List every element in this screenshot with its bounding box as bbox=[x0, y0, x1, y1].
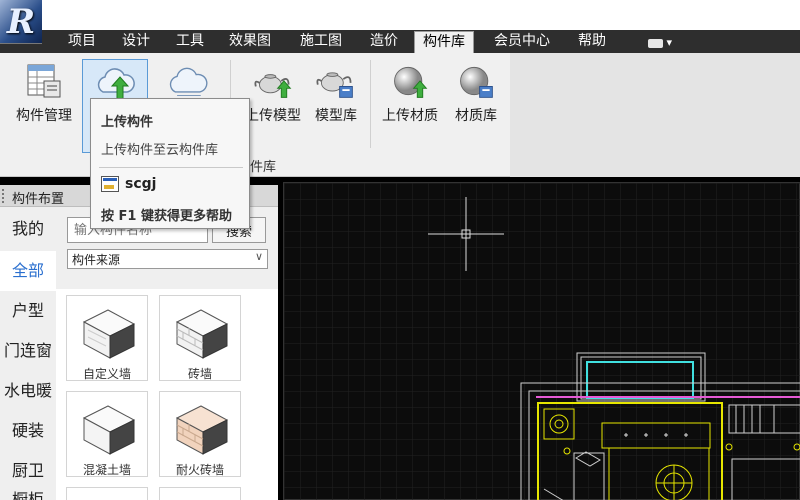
cloud-library-icon bbox=[169, 67, 208, 96]
brick-wall-icon bbox=[175, 309, 229, 359]
component-tile-custom-wall[interactable]: 自定义墙 bbox=[66, 295, 148, 381]
account-dropdown[interactable]: ▾ bbox=[648, 36, 678, 49]
sphere-library-icon bbox=[460, 66, 493, 98]
teapot-upload-icon bbox=[254, 74, 292, 98]
menu-project[interactable]: 项目 bbox=[68, 30, 96, 53]
material-library-label: 材质库 bbox=[455, 108, 497, 124]
upload-material-button[interactable]: 上传材质 bbox=[378, 53, 442, 153]
teapot-library-icon bbox=[316, 72, 353, 98]
menu-help[interactable]: 帮助 bbox=[578, 30, 606, 53]
upload-material-label: 上传材质 bbox=[382, 108, 438, 124]
component-grid: 自定义墙 砖墙 混凝土墙 耐火砖墙 bbox=[56, 289, 278, 500]
title-bar bbox=[0, 0, 800, 30]
cad-drawing-canvas[interactable] bbox=[283, 182, 800, 500]
component-tile[interactable] bbox=[159, 487, 241, 500]
select-value: 构件来源 bbox=[72, 253, 121, 267]
concrete-wall-icon bbox=[82, 405, 136, 455]
component-tile-firebrick-wall[interactable]: 耐火砖墙 bbox=[159, 391, 241, 477]
ribbon-separator bbox=[370, 60, 371, 148]
ribbon-empty-area bbox=[510, 53, 800, 177]
tile-label: 砖墙 bbox=[187, 367, 212, 381]
cloud-account-icon bbox=[648, 38, 663, 48]
category-doors-windows[interactable]: 门连窗 bbox=[0, 331, 56, 371]
tile-label: 自定义墙 bbox=[82, 367, 131, 381]
app-logo[interactable]: R bbox=[0, 0, 42, 44]
menu-construction[interactable]: 施工图 bbox=[300, 30, 342, 53]
category-all[interactable]: 全部 bbox=[0, 251, 56, 291]
category-mine[interactable]: 我的 bbox=[0, 209, 56, 249]
tooltip-divider bbox=[99, 167, 243, 168]
menu-render[interactable]: 效果图 bbox=[229, 30, 271, 53]
menu-bar: 项目 设计 工具 效果图 施工图 造价 构件库 会员中心 帮助 bbox=[0, 30, 800, 53]
component-tile-brick-wall[interactable]: 砖墙 bbox=[159, 295, 241, 381]
menu-member-center[interactable]: 会员中心 bbox=[494, 30, 550, 53]
tooltip-command: scgj bbox=[125, 176, 157, 192]
tooltip-description: 上传构件至云构件库 bbox=[101, 143, 219, 158]
category-cabinets[interactable]: 橱柜 bbox=[0, 489, 56, 500]
ribbon: 构件管理 上传模型 模型库 上传材质 材质库 件库 bbox=[0, 53, 510, 177]
menu-tools[interactable]: 工具 bbox=[176, 30, 204, 53]
category-hard-decoration[interactable]: 硬装 bbox=[0, 411, 56, 451]
custom-wall-icon bbox=[82, 309, 136, 359]
tooltip-help: 按 F1 键获得更多帮助 bbox=[101, 209, 232, 224]
category-kitchen-bath[interactable]: 厨卫 bbox=[0, 451, 56, 491]
command-window-icon bbox=[101, 176, 119, 192]
component-source-select[interactable]: 构件来源 ∨ bbox=[67, 249, 268, 269]
chevron-down-icon: ∨ bbox=[254, 250, 263, 263]
floor-plan-drawing bbox=[284, 183, 800, 500]
tile-label: 耐火砖墙 bbox=[175, 463, 224, 477]
component-manage-icon bbox=[27, 64, 61, 98]
cloud-upload-icon bbox=[97, 68, 135, 101]
menu-component-library[interactable]: 构件库 bbox=[414, 31, 474, 53]
drag-grip-icon[interactable] bbox=[2, 189, 6, 203]
menu-design[interactable]: 设计 bbox=[122, 30, 150, 53]
model-library-button[interactable]: 模型库 bbox=[308, 53, 364, 153]
panel-title: 构件布置 bbox=[12, 192, 65, 207]
menu-cost[interactable]: 造价 bbox=[370, 30, 398, 53]
component-tile-concrete-wall[interactable]: 混凝土墙 bbox=[66, 391, 148, 477]
tooltip-title: 上传构件 bbox=[101, 115, 154, 130]
sphere-upload-icon bbox=[394, 66, 428, 98]
component-panel: 我的 全部 户型 门连窗 水电暖 硬装 厨卫 橱柜 搜索 构件来源 ∨ 自定义墙 bbox=[0, 207, 278, 500]
upload-component-tooltip: 上传构件 上传构件至云构件库 scgj 按 F1 键获得更多帮助 bbox=[90, 98, 250, 229]
component-manage-label: 构件管理 bbox=[16, 108, 72, 124]
chevron-down-icon: ▾ bbox=[666, 36, 673, 49]
material-library-button[interactable]: 材质库 bbox=[448, 53, 504, 153]
component-manage-button[interactable]: 构件管理 bbox=[8, 53, 80, 153]
component-tile[interactable] bbox=[66, 487, 148, 500]
tile-label: 混凝土墙 bbox=[82, 463, 131, 477]
category-plumbing-electric[interactable]: 水电暖 bbox=[0, 371, 56, 411]
firebrick-wall-icon bbox=[175, 405, 229, 455]
category-floorplan[interactable]: 户型 bbox=[0, 291, 56, 331]
ribbon-group-label: 件库 bbox=[250, 160, 277, 175]
model-library-label: 模型库 bbox=[315, 108, 357, 124]
